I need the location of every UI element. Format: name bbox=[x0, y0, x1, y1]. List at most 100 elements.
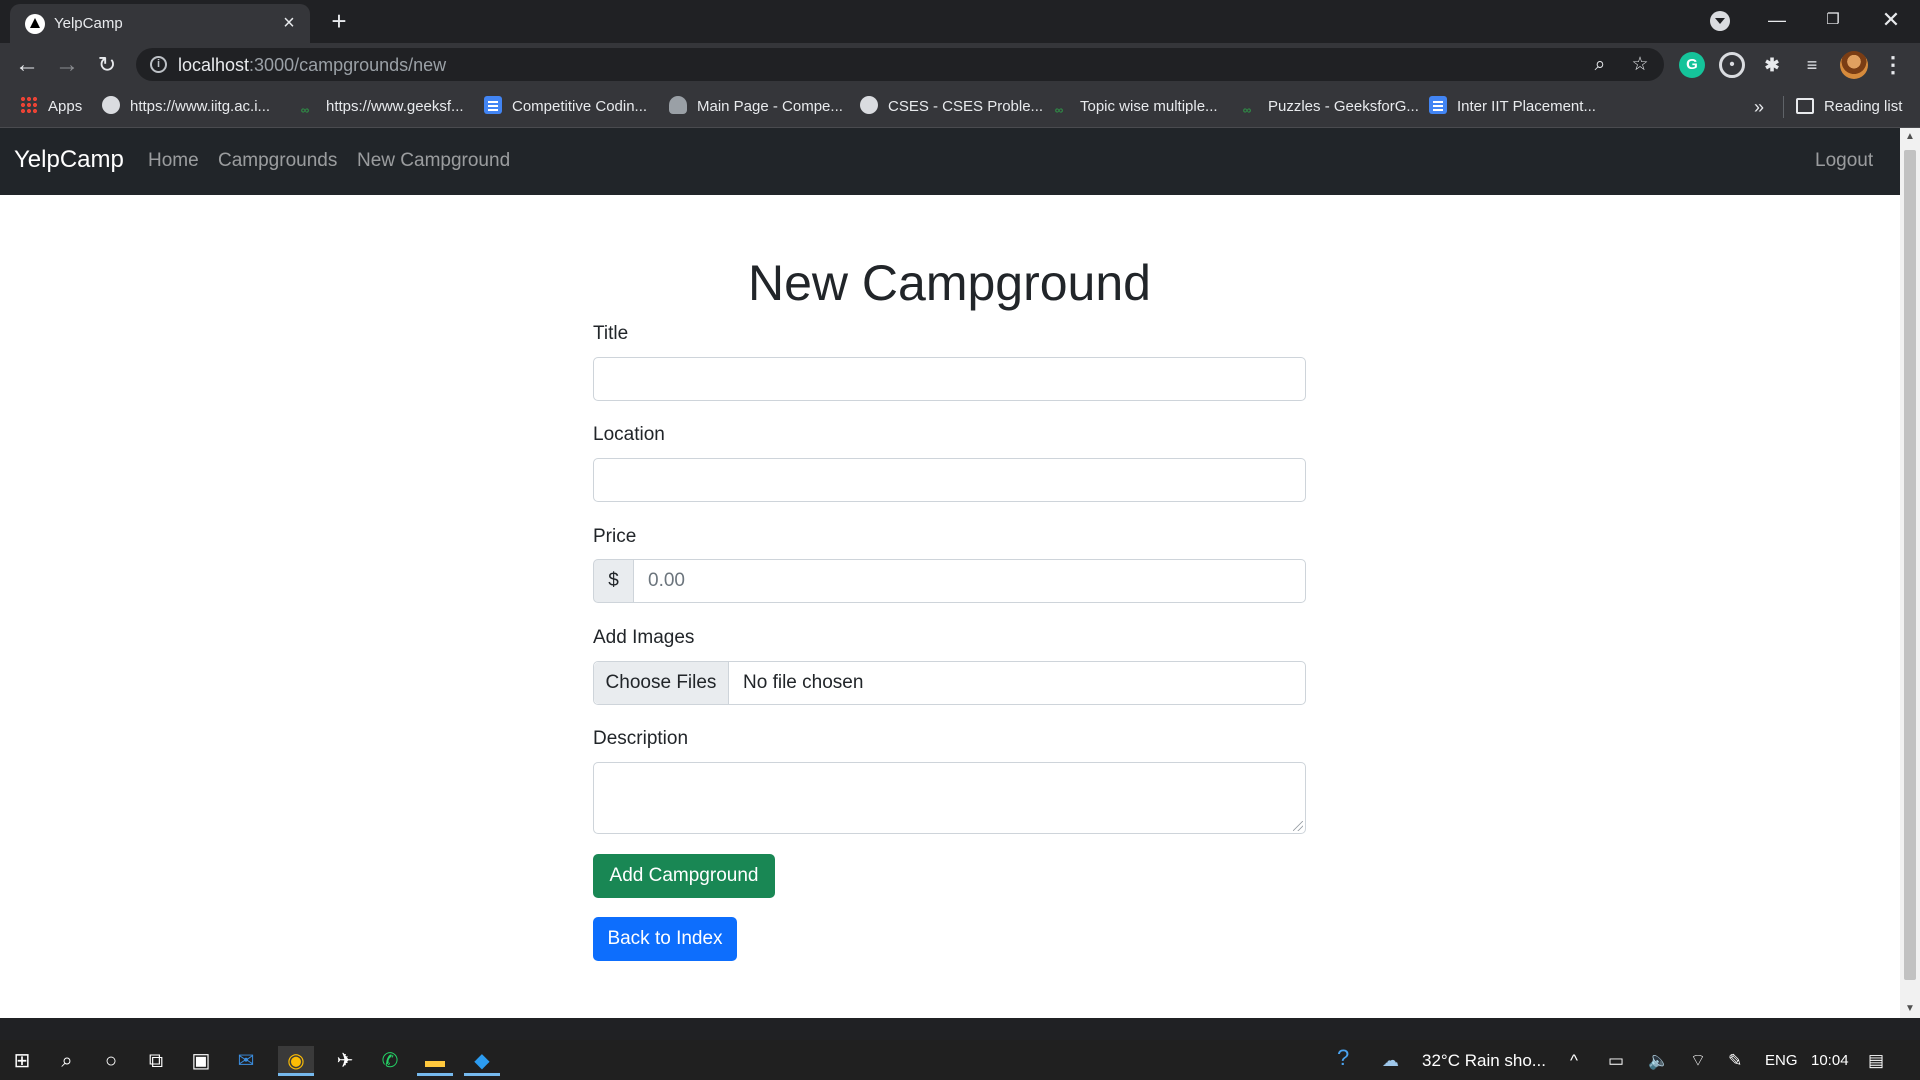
mail-icon[interactable]: ✉ bbox=[228, 1046, 264, 1076]
pen-icon[interactable]: ✎ bbox=[1728, 1050, 1742, 1072]
bookmark-cses[interactable]: CSES - CSES Proble... bbox=[860, 95, 1043, 119]
search-icon[interactable]: ⌕ bbox=[49, 1046, 85, 1076]
restore-button[interactable]: ❐ bbox=[1810, 4, 1856, 36]
media-controls-icon[interactable]: ≡ bbox=[1799, 52, 1825, 78]
bookmark-divider bbox=[1783, 96, 1784, 118]
wifi-icon[interactable]: ⌔ bbox=[1690, 1050, 1706, 1072]
notifications-icon[interactable]: ▤ bbox=[1868, 1050, 1884, 1072]
reading-list-button[interactable]: Reading list bbox=[1796, 95, 1902, 119]
scroll-up-icon[interactable]: ▲ bbox=[1900, 128, 1920, 146]
windows-taskbar: ⊞ ⌕ ○ ⧉ ▣ ✉ ◉ ✈ ✆ ▬ ◆ ? ☁ 32°C Rain sho.… bbox=[0, 1040, 1920, 1080]
file-status-text: No file chosen bbox=[743, 672, 864, 693]
weather-icon[interactable]: ☁ bbox=[1382, 1050, 1399, 1072]
gfg-icon: ∞ bbox=[300, 103, 310, 117]
reload-button[interactable]: ↻ bbox=[92, 50, 122, 80]
bookmark-topic-wise[interactable]: ∞ Topic wise multiple... bbox=[1048, 95, 1218, 119]
address-bar[interactable]: i localhost:3000/campgrounds/new ⌕ ☆ bbox=[136, 48, 1664, 81]
nav-link-home[interactable]: Home bbox=[148, 150, 199, 172]
extensions-puzzle-icon[interactable]: ✱ bbox=[1759, 52, 1785, 78]
price-placeholder: 0.00 bbox=[648, 570, 685, 591]
bookmark-iitg[interactable]: https://www.iitg.ac.i... bbox=[102, 95, 270, 119]
cortana-icon[interactable]: ○ bbox=[93, 1046, 129, 1076]
windows-start-icon[interactable]: ⊞ bbox=[4, 1046, 40, 1076]
window-bottom-edge bbox=[0, 1018, 1920, 1040]
volume-icon[interactable]: 🔈 bbox=[1648, 1050, 1669, 1072]
new-tab-button[interactable]: + bbox=[325, 8, 353, 36]
gfg-icon: ∞ bbox=[1242, 103, 1252, 117]
resize-handle-icon[interactable] bbox=[1293, 821, 1303, 831]
location-input[interactable] bbox=[593, 458, 1306, 502]
title-input[interactable] bbox=[593, 357, 1306, 401]
browser-tab-strip: YelpCamp × + — ❐ ✕ bbox=[0, 0, 1920, 43]
images-label: Add Images bbox=[593, 627, 695, 648]
logout-link[interactable]: Logout bbox=[1815, 150, 1873, 172]
pawn-icon bbox=[669, 96, 687, 114]
globe-icon bbox=[102, 96, 120, 114]
file-explorer-icon[interactable]: ▬ bbox=[417, 1046, 453, 1076]
gfg-icon: ∞ bbox=[1054, 103, 1064, 117]
task-view-icon[interactable]: ⧉ bbox=[138, 1046, 174, 1076]
help-icon[interactable]: ? bbox=[1337, 1047, 1349, 1069]
url-text[interactable]: localhost:3000/campgrounds/new bbox=[178, 55, 446, 76]
language-indicator[interactable]: ENG bbox=[1765, 1050, 1798, 1072]
grammarly-extension-icon[interactable]: G bbox=[1679, 52, 1705, 78]
weather-text[interactable]: 32°C Rain sho... bbox=[1422, 1050, 1546, 1072]
forward-button[interactable]: → bbox=[52, 50, 82, 80]
clock[interactable]: 10:04 bbox=[1811, 1050, 1849, 1072]
scrollbar-thumb[interactable] bbox=[1904, 150, 1916, 980]
bookmark-puzzles[interactable]: ∞ Puzzles - GeeksforG... bbox=[1236, 95, 1419, 119]
description-textarea[interactable] bbox=[593, 762, 1306, 834]
page-title: New Campground bbox=[748, 255, 1151, 311]
bookmark-apps[interactable]: Apps bbox=[20, 95, 82, 119]
nav-link-new-campground[interactable]: New Campground bbox=[357, 150, 510, 172]
brand-link[interactable]: YelpCamp bbox=[14, 146, 124, 174]
bookmark-inter-iit[interactable]: Inter IIT Placement... bbox=[1429, 95, 1596, 119]
whatsapp-icon[interactable]: ✆ bbox=[372, 1046, 408, 1076]
choose-files-button[interactable]: Choose Files bbox=[594, 662, 729, 704]
record-extension-icon[interactable]: • bbox=[1719, 52, 1745, 78]
site-navbar: YelpCamp Home Campgrounds New Campground… bbox=[0, 128, 1900, 195]
chrome-taskbar-icon[interactable]: ◉ bbox=[278, 1046, 314, 1076]
add-campground-button[interactable]: Add Campground bbox=[593, 854, 775, 898]
battery-icon[interactable]: ▭ bbox=[1608, 1050, 1624, 1072]
nav-link-campgrounds[interactable]: Campgrounds bbox=[218, 150, 337, 172]
bookmark-competitive-coding[interactable]: Competitive Codin... bbox=[484, 95, 647, 119]
bookmark-main-page[interactable]: Main Page - Compe... bbox=[669, 95, 843, 119]
images-file-input[interactable]: Choose Files No file chosen bbox=[593, 661, 1306, 705]
close-tab-icon[interactable]: × bbox=[278, 12, 300, 34]
page-viewport: YelpCamp Home Campgrounds New Campground… bbox=[0, 128, 1900, 1018]
more-bookmarks-icon[interactable]: » bbox=[1754, 95, 1764, 119]
app-taskbar-icon[interactable]: ✈ bbox=[327, 1046, 363, 1076]
location-label: Location bbox=[593, 424, 665, 445]
chrome-menu-icon[interactable]: ⋮ bbox=[1882, 51, 1904, 79]
back-button[interactable]: ← bbox=[12, 50, 42, 80]
apps-grid-icon bbox=[20, 96, 38, 114]
vscode-icon[interactable]: ◆ bbox=[464, 1046, 500, 1076]
minimize-button[interactable]: — bbox=[1754, 4, 1800, 36]
description-label: Description bbox=[593, 728, 689, 749]
scroll-down-icon[interactable]: ▼ bbox=[1900, 1000, 1920, 1018]
close-window-button[interactable]: ✕ bbox=[1868, 4, 1914, 36]
back-to-index-button[interactable]: Back to Index bbox=[593, 917, 737, 961]
profile-avatar[interactable] bbox=[1840, 51, 1868, 79]
title-label: Title bbox=[593, 323, 629, 344]
bookmark-star-icon[interactable]: ☆ bbox=[1628, 53, 1652, 77]
yelpcamp-favicon-icon bbox=[25, 14, 45, 34]
price-currency-addon: $ bbox=[593, 559, 634, 603]
page-scrollbar[interactable]: ▲ ▼ bbox=[1900, 128, 1920, 1018]
reading-list-icon bbox=[1796, 98, 1814, 114]
store-icon[interactable]: ▣ bbox=[183, 1046, 219, 1076]
zoom-icon[interactable]: ⌕ bbox=[1588, 53, 1612, 77]
site-info-icon[interactable]: i bbox=[150, 56, 167, 73]
bookmark-geeksforgeeks[interactable]: ∞ https://www.geeksf... bbox=[294, 95, 464, 119]
doc-icon bbox=[484, 96, 502, 114]
tab-search-icon[interactable] bbox=[1710, 11, 1730, 31]
show-hidden-icons-icon[interactable]: ^ bbox=[1570, 1050, 1578, 1072]
globe-icon bbox=[860, 96, 878, 114]
browser-tab[interactable]: YelpCamp × bbox=[10, 4, 310, 43]
browser-toolbar: ← → ↻ i localhost:3000/campgrounds/new ⌕… bbox=[0, 43, 1920, 86]
tab-title: YelpCamp bbox=[54, 15, 123, 32]
price-label: Price bbox=[593, 526, 637, 547]
price-input[interactable]: 0.00 bbox=[633, 559, 1306, 603]
doc-icon bbox=[1429, 96, 1447, 114]
